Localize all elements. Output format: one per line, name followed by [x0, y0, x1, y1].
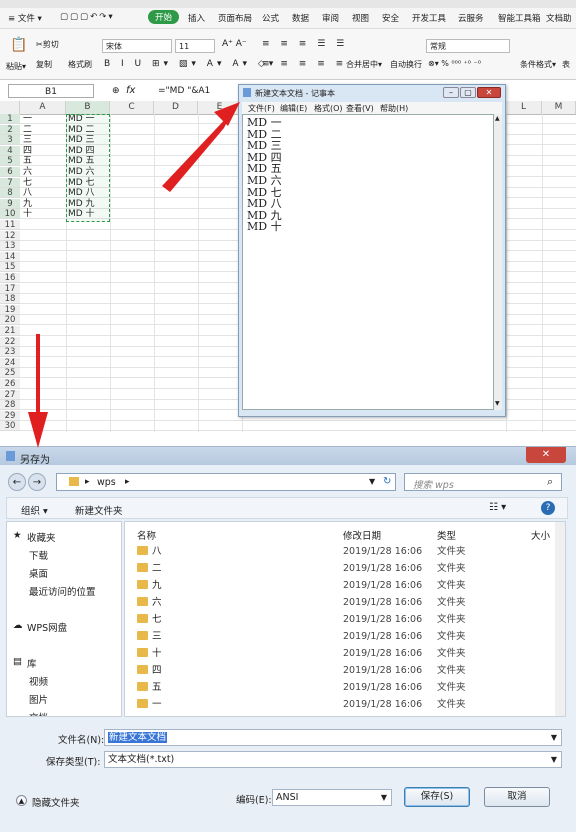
arrow-to-dialog-shaft	[36, 334, 40, 416]
arrow-head-notepad	[214, 102, 240, 126]
annotation-arrows	[28, 102, 240, 448]
arrow-to-notepad-menu	[162, 112, 232, 192]
arrow-to-dialog-head	[28, 412, 48, 448]
